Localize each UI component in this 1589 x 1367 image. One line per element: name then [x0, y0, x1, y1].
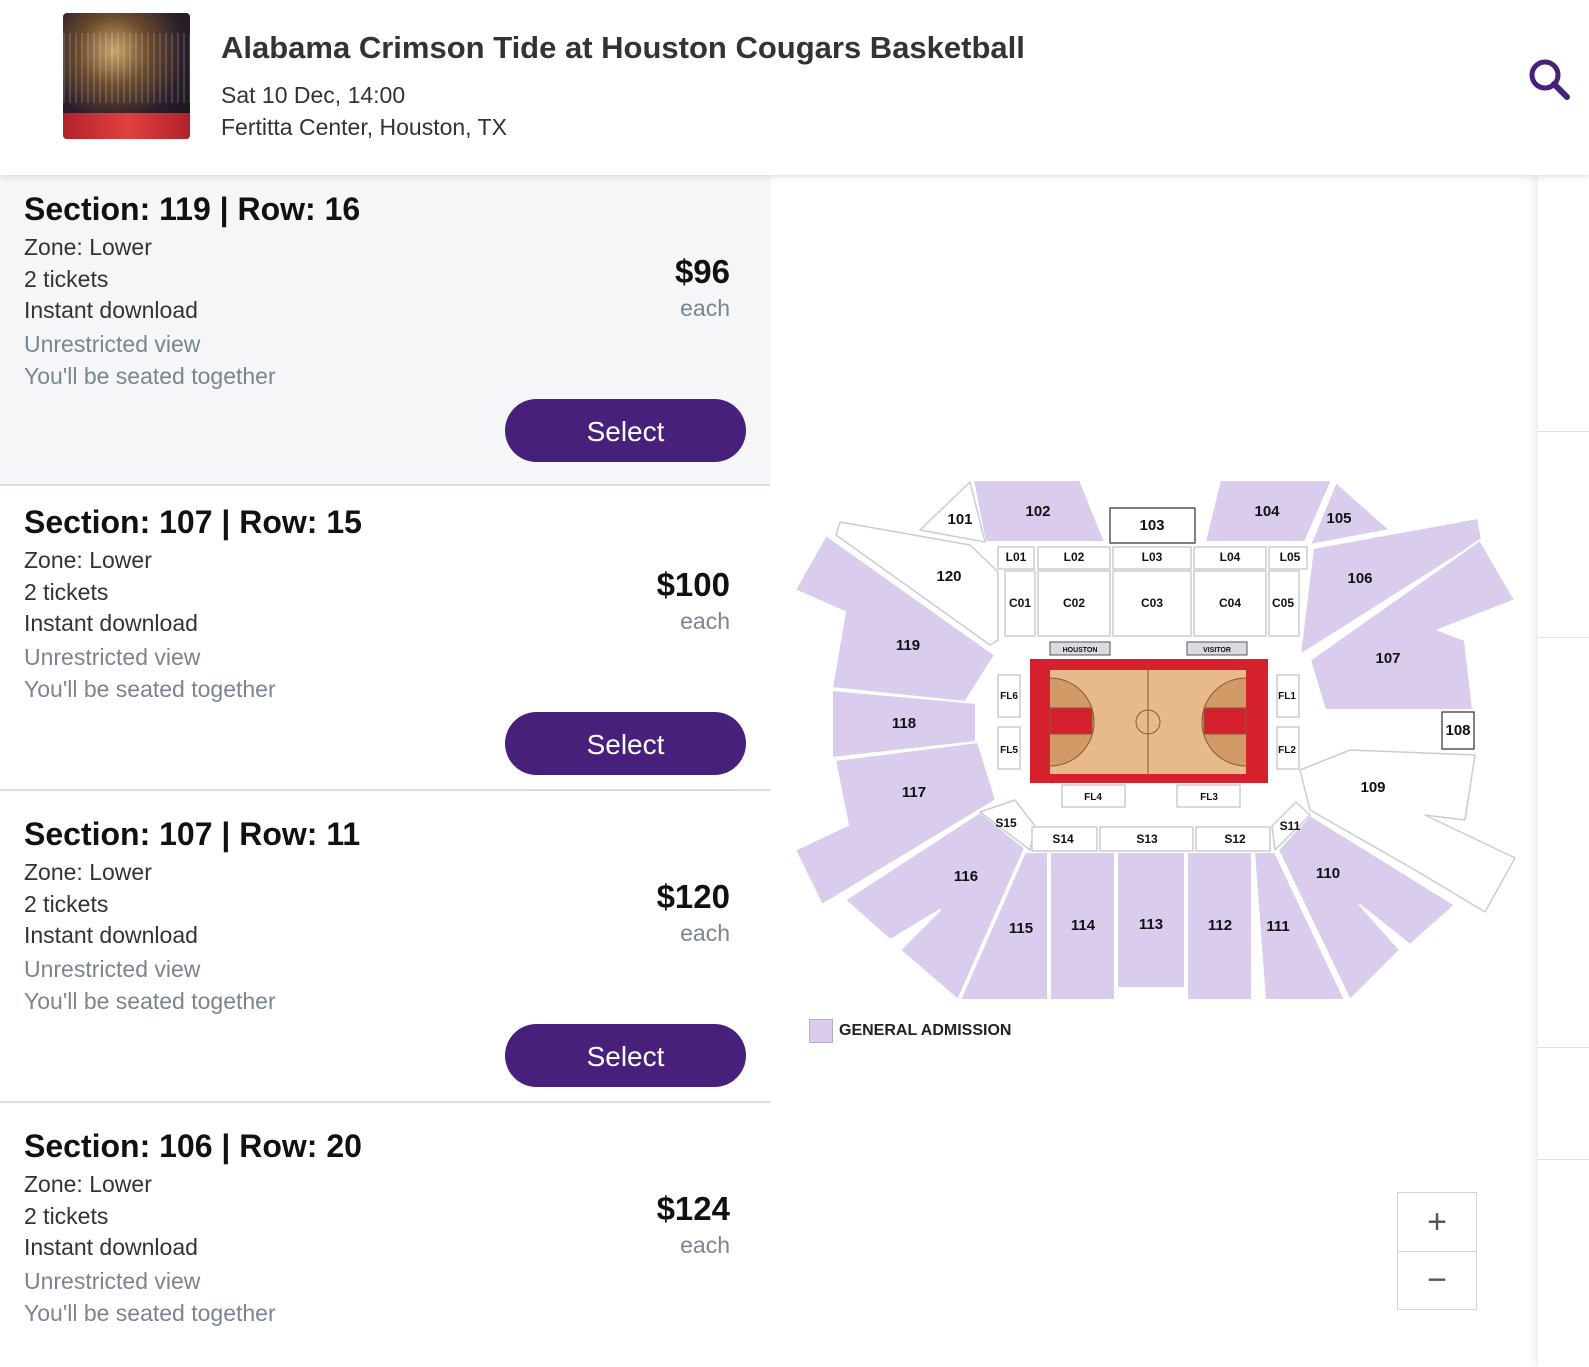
zoom-controls: + −: [1397, 1192, 1477, 1310]
student-label-s15: S15: [995, 816, 1017, 830]
section-label-119: 119: [896, 637, 920, 654]
section-label-115: 115: [1009, 920, 1033, 937]
student-label-s11: S11: [1280, 819, 1301, 833]
section-label-113: 113: [1139, 916, 1163, 933]
search-icon[interactable]: [1525, 55, 1573, 103]
courtside-label-c04: C04: [1219, 596, 1241, 610]
floor-label-fl1: FL1: [1278, 691, 1296, 702]
zoom-out-button[interactable]: −: [1398, 1251, 1476, 1309]
section-label-118: 118: [892, 715, 916, 732]
section-label-107: 107: [1375, 650, 1400, 667]
floor-label-fl6: FL6: [1000, 691, 1018, 702]
courtside-label-c03: C03: [1141, 596, 1163, 610]
loge-label-l01: L01: [1006, 550, 1027, 564]
bench-label-visitor: VISITOR: [1203, 647, 1231, 654]
legend-label: GENERAL ADMISSION: [839, 1022, 1012, 1039]
legend-swatch: [809, 1019, 833, 1043]
floor-label-fl4: FL4: [1084, 792, 1102, 803]
section-label-104: 104: [1254, 503, 1280, 520]
event-header: Alabama Crimson Tide at Houston Cougars …: [0, 0, 1589, 175]
section-label-103: 103: [1139, 517, 1164, 534]
section-label-117: 117: [902, 784, 926, 801]
event-venue: Fertitta Center, Houston, TX: [221, 114, 507, 140]
loge-label-l04: L04: [1220, 550, 1241, 564]
loge-label-l05: L05: [1280, 550, 1301, 564]
section-label-110: 110: [1316, 865, 1340, 882]
section-label-116: 116: [954, 868, 978, 885]
section-label-106: 106: [1347, 570, 1372, 587]
bench-label-houston: HOUSTON: [1063, 647, 1098, 654]
section-label-112: 112: [1208, 917, 1232, 934]
floor-label-fl2: FL2: [1278, 745, 1296, 756]
event-title: Alabama Crimson Tide at Houston Cougars …: [221, 30, 1025, 65]
section-label-109: 109: [1360, 779, 1385, 796]
section-label-111: 111: [1266, 918, 1289, 935]
zoom-in-button[interactable]: +: [1398, 1193, 1476, 1251]
floor-label-fl5: FL5: [1000, 745, 1018, 756]
seat-map: 101 102 103 104 105 106 107 108 109 110 111 112 113 1…: [794, 479, 1516, 1001]
event-thumbnail: [63, 13, 190, 139]
section-label-120: 120: [936, 568, 961, 585]
section-label-108: 108: [1445, 722, 1470, 739]
student-label-s14: S14: [1052, 832, 1074, 846]
student-label-s13: S13: [1136, 832, 1158, 846]
section-label-105: 105: [1326, 510, 1351, 527]
section-label-114: 114: [1071, 917, 1096, 934]
event-datetime: Sat 10 Dec, 14:00: [221, 82, 406, 108]
section-label-101: 101: [947, 511, 972, 528]
courtside-label-c02: C02: [1063, 596, 1085, 610]
courtside-label-c01: C01: [1009, 596, 1031, 610]
loge-label-l03: L03: [1142, 550, 1163, 564]
loge-label-l02: L02: [1064, 550, 1085, 564]
courtside-label-c05: C05: [1272, 596, 1294, 610]
section-label-102: 102: [1025, 503, 1050, 520]
floor-label-fl3: FL3: [1200, 792, 1218, 803]
student-label-s12: S12: [1224, 832, 1246, 846]
